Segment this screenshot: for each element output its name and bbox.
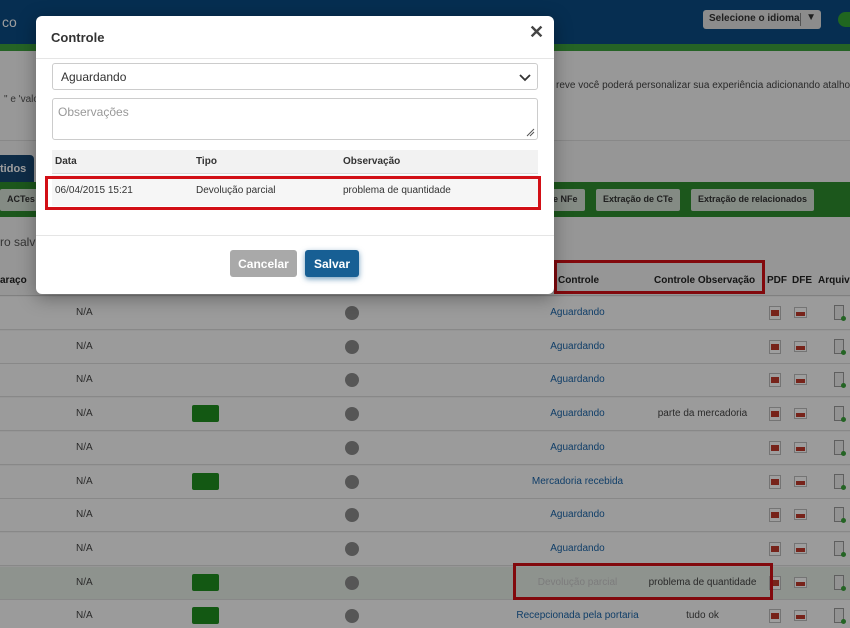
cancel-button[interactable]: Cancelar — [230, 250, 297, 277]
observations-textarea[interactable]: Observações — [52, 98, 538, 140]
control-modal: Controle ✕ Aguardando Observações Data T… — [36, 16, 554, 294]
chevron-down-icon — [519, 74, 531, 82]
highlight-box-history — [45, 176, 541, 210]
status-select[interactable]: Aguardando — [52, 63, 538, 90]
observations-placeholder: Observações — [58, 105, 129, 119]
history-header-observation: Observação — [343, 156, 401, 167]
close-icon[interactable]: ✕ — [529, 22, 544, 43]
modal-footer-divider — [36, 235, 554, 236]
status-select-value: Aguardando — [61, 70, 127, 84]
modal-title: Controle — [51, 30, 105, 45]
resize-handle-icon[interactable] — [526, 128, 535, 137]
save-button[interactable]: Salvar — [305, 250, 359, 277]
history-header-date: Data — [55, 156, 77, 167]
history-table-header: Data Tipo Observação — [52, 150, 538, 174]
history-header-type: Tipo — [196, 156, 217, 167]
modal-header-divider — [36, 58, 554, 59]
